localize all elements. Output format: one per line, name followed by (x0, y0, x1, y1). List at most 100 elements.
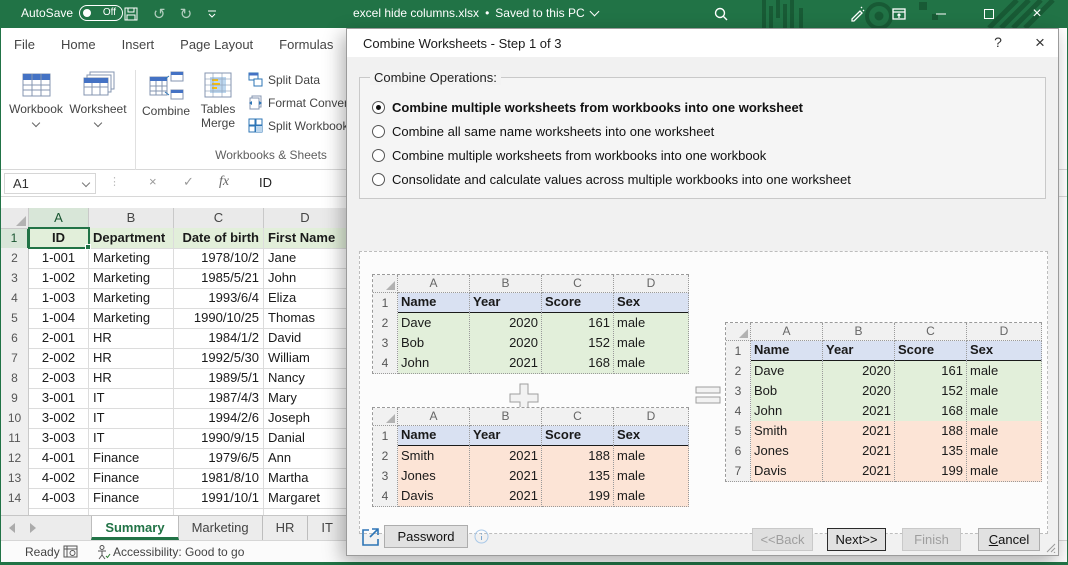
radio-consolidate-calculate[interactable]: Consolidate and calculate values across … (372, 172, 851, 187)
dialog-help-button[interactable]: ? (985, 34, 1011, 54)
row-number[interactable]: 6 (1, 328, 29, 349)
finish-button[interactable]: Finish (902, 528, 961, 551)
cell[interactable]: Ann (264, 448, 347, 469)
cell[interactable]: 1990/9/15 (174, 428, 264, 449)
row-number[interactable]: 3 (1, 268, 29, 289)
autosave-toggle[interactable]: Off (79, 5, 124, 21)
row-number[interactable]: 9 (1, 388, 29, 409)
cell[interactable]: HR (89, 328, 174, 349)
cell[interactable]: Eliza (264, 288, 347, 309)
cell[interactable]: 1989/5/1 (174, 368, 264, 389)
row-number[interactable]: 10 (1, 408, 29, 429)
column-header-a[interactable]: A (29, 208, 89, 229)
cell[interactable]: Mary (264, 388, 347, 409)
worksheet-button[interactable]: Worksheet (67, 70, 129, 128)
formula-input[interactable]: ID (259, 175, 272, 190)
password-button[interactable]: Password (384, 525, 468, 548)
cell[interactable]: 2-003 (29, 368, 89, 389)
next-button[interactable]: Next>> (827, 528, 886, 551)
fill-handle[interactable] (85, 244, 91, 250)
column-header-d[interactable]: D (264, 208, 347, 229)
cancel-button[interactable]: Cancel (978, 528, 1040, 551)
customize-qat-icon[interactable] (206, 8, 218, 20)
cell[interactable]: Finance (89, 448, 174, 469)
maximize-button[interactable] (969, 0, 1009, 28)
cell[interactable]: 2-001 (29, 328, 89, 349)
radio-combine-into-one-worksheet[interactable]: Combine multiple worksheets from workboo… (372, 100, 803, 115)
cell[interactable]: 4-001 (29, 448, 89, 469)
cell[interactable]: Jane (264, 248, 347, 269)
cell[interactable]: Nancy (264, 368, 347, 389)
cell[interactable]: 1994/2/6 (174, 408, 264, 429)
tables-merge-button[interactable]: Tables Merge (193, 70, 243, 130)
cell[interactable]: 1984/1/2 (174, 328, 264, 349)
cell[interactable]: 2-002 (29, 348, 89, 369)
cell[interactable]: IT (89, 408, 174, 429)
minimize-button[interactable] (921, 0, 961, 28)
cell[interactable]: 1-004 (29, 308, 89, 329)
cell[interactable]: 1992/5/30 (174, 348, 264, 369)
column-header-c[interactable]: C (174, 208, 264, 229)
row-number[interactable]: 5 (1, 308, 29, 329)
ribbon-display-options-icon[interactable] (879, 0, 919, 28)
row-number[interactable]: 2 (1, 248, 29, 269)
save-icon[interactable] (123, 6, 139, 22)
sheet-tab-marketing[interactable]: Marketing (179, 516, 263, 540)
sheet-nav-right-icon[interactable] (22, 516, 43, 540)
cell[interactable]: 3-003 (29, 428, 89, 449)
cell[interactable]: 1-002 (29, 268, 89, 289)
cancel-entry-icon[interactable]: × (149, 174, 157, 189)
sheet-tab-hr[interactable]: HR (263, 516, 309, 540)
close-button[interactable]: × (1017, 0, 1057, 28)
ribbon-tab-insert[interactable]: Insert (109, 28, 168, 62)
popout-icon[interactable] (361, 527, 381, 547)
cell[interactable]: 1993/6/4 (174, 288, 264, 309)
row-number[interactable]: 14 (1, 488, 29, 509)
cell[interactable]: IT (89, 388, 174, 409)
radio-combine-into-one-workbook[interactable]: Combine multiple worksheets from workboo… (372, 148, 766, 163)
draw-pen-icon[interactable] (837, 0, 877, 28)
cell[interactable]: IT (89, 428, 174, 449)
back-button[interactable]: <<Back (752, 528, 813, 551)
cell[interactable]: Thomas (264, 308, 347, 329)
cell[interactable]: 4-003 (29, 488, 89, 509)
row-number[interactable]: 7 (1, 348, 29, 369)
document-title[interactable]: excel hide columns.xlsx • Saved to this … (353, 6, 600, 20)
row-number[interactable]: 12 (1, 448, 29, 469)
cell[interactable]: 1-001 (29, 248, 89, 269)
cell[interactable]: David (264, 328, 347, 349)
cell[interactable]: 1979/6/5 (174, 448, 264, 469)
cell[interactable]: Date of birth (174, 228, 264, 249)
split-data-button[interactable]: Split Data (248, 72, 320, 87)
info-icon[interactable] (474, 529, 489, 544)
cell[interactable]: Margaret (264, 488, 347, 509)
cell[interactable]: Department (89, 228, 174, 249)
cell[interactable]: 1981/8/10 (174, 468, 264, 489)
ribbon-tab-home[interactable]: Home (48, 28, 109, 62)
workbook-button[interactable]: Workbook (7, 70, 65, 128)
enter-entry-icon[interactable]: ✓ (183, 174, 194, 190)
cell[interactable]: Joseph (264, 408, 347, 429)
cell[interactable]: Marketing (89, 288, 174, 309)
cell[interactable]: Marketing (89, 268, 174, 289)
redo-icon[interactable]: ↻ (180, 5, 193, 23)
macro-record-icon[interactable] (63, 544, 79, 560)
radio-same-name-worksheets[interactable]: Combine all same name worksheets into on… (372, 124, 714, 139)
ribbon-tab-formulas[interactable]: Formulas (266, 28, 346, 62)
cell[interactable]: Finance (89, 468, 174, 489)
insert-function-icon[interactable]: fx (219, 174, 229, 190)
cell[interactable]: Martha (264, 468, 347, 489)
select-all-button[interactable] (1, 208, 29, 229)
namebox-dropdown-icon[interactable] (81, 178, 91, 188)
accessibility-icon[interactable] (95, 544, 111, 560)
cell[interactable]: Danial (264, 428, 347, 449)
cell[interactable]: 1991/10/1 (174, 488, 264, 509)
ribbon-tab-file[interactable]: File (1, 28, 48, 62)
cell[interactable]: 3-002 (29, 408, 89, 429)
sheet-nav-left-icon[interactable] (1, 516, 22, 540)
cell[interactable]: HR (89, 348, 174, 369)
cell[interactable]: 1990/10/25 (174, 308, 264, 329)
cell[interactable]: Marketing (89, 308, 174, 329)
row-number[interactable]: 1 (1, 228, 29, 249)
cell[interactable]: Marketing (89, 248, 174, 269)
